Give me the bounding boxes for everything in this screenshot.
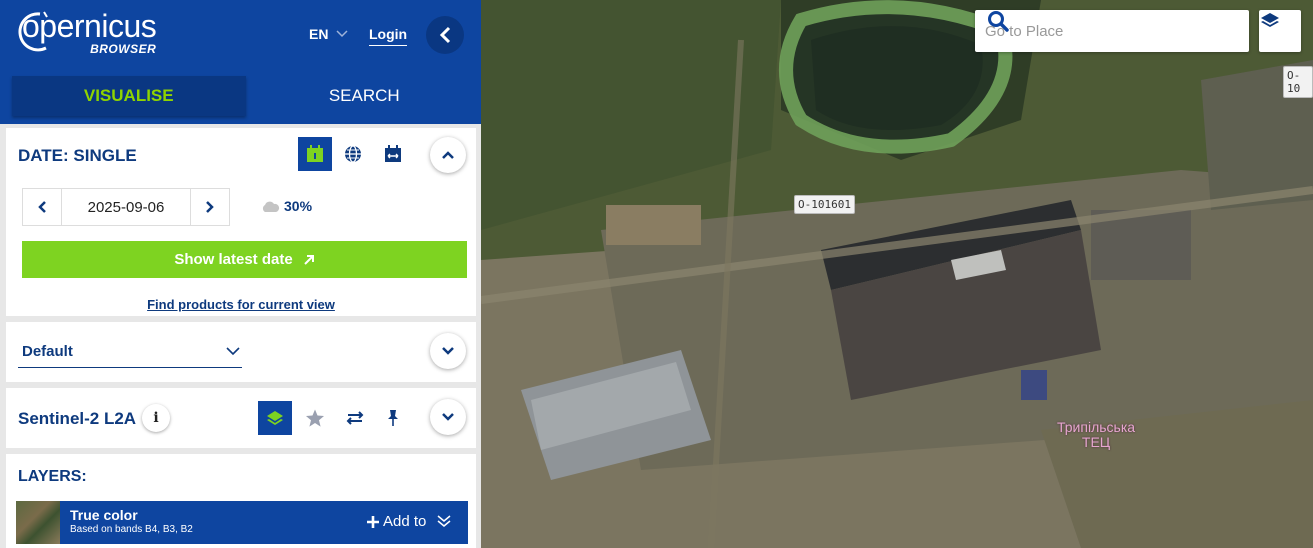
chevron-down-icon (442, 413, 454, 421)
layers-icon (1261, 13, 1279, 27)
chevron-right-icon (206, 201, 214, 213)
copernicus-logo[interactable]: opernicus BROWSER (12, 8, 157, 56)
chevron-down-icon (336, 30, 348, 38)
map-layers-button[interactable] (1259, 10, 1301, 52)
add-to-label: Add to (383, 513, 427, 530)
next-date-button[interactable] (191, 189, 229, 225)
plus-icon (367, 515, 379, 528)
single-date-mode-button[interactable] (298, 137, 332, 171)
calendar-single-icon (307, 145, 323, 162)
header: opernicus BROWSER EN Login VISUALISE SEA… (0, 0, 481, 124)
expand-collection-panel-button[interactable] (430, 399, 466, 435)
date-panel: DATE: SINGLE 2025-09-06 30% Show latest … (6, 128, 476, 316)
chevron-up-icon (442, 151, 454, 159)
theme-select-value: Default (22, 343, 73, 360)
layers-view-button[interactable] (258, 401, 292, 435)
map-place-name: Трипільська ТЕЦ (1057, 419, 1136, 450)
collapse-date-panel-button[interactable] (430, 137, 466, 173)
expand-theme-panel-button[interactable] (430, 333, 466, 369)
login-link[interactable]: Login (369, 26, 408, 46)
place-search-input[interactable] (985, 22, 1205, 40)
search-icon (988, 11, 1009, 32)
pin-icon (388, 410, 398, 426)
main-tabs: VISUALISE SEARCH (0, 76, 481, 116)
collapse-sidebar-button[interactable] (426, 16, 464, 54)
sidebar: opernicus BROWSER EN Login VISUALISE SEA… (0, 0, 481, 548)
language-selector[interactable]: EN (309, 26, 348, 42)
date-input[interactable]: 2025-09-06 (61, 189, 191, 225)
date-stepper: 2025-09-06 (22, 188, 230, 226)
language-label: EN (309, 26, 329, 42)
cloud-icon (262, 201, 280, 212)
calendar-range-icon (385, 145, 401, 162)
layers-icon (267, 411, 283, 425)
show-latest-date-button[interactable]: Show latest date (22, 241, 467, 278)
pins-favourite-button[interactable] (298, 401, 332, 435)
pin-button[interactable] (376, 401, 410, 435)
collection-title: Sentinel-2 L2A (18, 409, 137, 428)
chevron-left-icon (38, 201, 46, 213)
sliders-icon (346, 411, 364, 425)
layers-panel: LAYERS: True color Based on bands B4, B3… (6, 454, 476, 548)
tab-visualise[interactable]: VISUALISE (12, 76, 246, 116)
previous-date-button[interactable] (23, 189, 61, 225)
find-products-link[interactable]: Find products for current view (6, 297, 476, 312)
collection-panel: Sentinel-2 L2A i (6, 388, 476, 448)
chevron-down-icon (442, 347, 454, 355)
cloud-coverage-value: 30% (284, 198, 313, 214)
map-feature-label: O-101601 (794, 195, 855, 214)
map-view[interactable]: O-101601 O-10 Трипільська ТЕЦ (481, 0, 1313, 548)
chevron-left-icon (439, 26, 451, 44)
expand-layer-button[interactable] (436, 513, 452, 534)
layer-description: Based on bands B4, B3, B2 (70, 524, 193, 535)
double-chevron-down-icon (437, 515, 451, 527)
cloud-coverage[interactable]: 30% (260, 198, 312, 214)
arrow-up-right-icon (303, 254, 314, 265)
tab-search[interactable]: SEARCH (248, 76, 482, 116)
place-search-box[interactable] (975, 10, 1249, 52)
theme-select[interactable]: Default (18, 336, 242, 368)
layer-item-true-color[interactable]: True color Based on bands B4, B3, B2 Add… (16, 501, 468, 544)
layer-thumbnail (16, 501, 60, 544)
mosaic-mode-button[interactable] (336, 137, 370, 171)
chevron-down-icon (226, 347, 240, 356)
layers-title: LAYERS: (18, 468, 87, 485)
show-latest-date-label: Show latest date (174, 251, 293, 268)
date-panel-title: DATE: SINGLE (18, 146, 137, 165)
globe-icon (345, 145, 361, 163)
satellite-imagery (481, 0, 1313, 548)
star-icon (306, 409, 324, 427)
map-feature-label-edge: O-10 (1283, 66, 1313, 98)
layer-name: True color (70, 507, 138, 523)
theme-panel: Default (6, 322, 476, 382)
add-to-button[interactable]: Add to (366, 513, 426, 530)
collection-info-button[interactable]: i (142, 404, 170, 432)
date-range-mode-button[interactable] (376, 137, 410, 171)
effects-button[interactable] (338, 401, 372, 435)
logo-mark-icon (18, 11, 48, 52)
